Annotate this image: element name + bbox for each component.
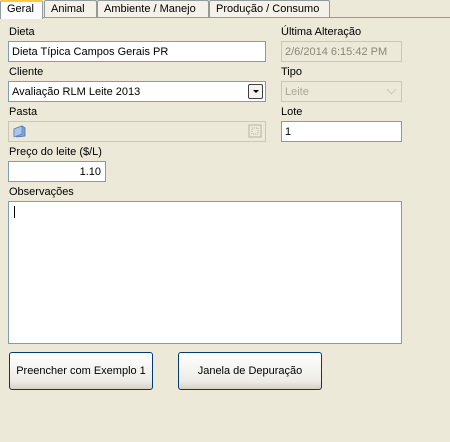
tab-strip-border [0,17,450,18]
ultima-alteracao-label: Última Alteração [281,26,362,38]
dieta-input[interactable]: Dieta Típica Campos Gerais PR [8,41,266,62]
ultima-alteracao-field: 2/6/2014 6:15:42 PM [281,41,402,62]
cliente-label: Cliente [9,66,44,78]
tab-producao-consumo[interactable]: Produção / Consumo [209,0,330,17]
tipo-label: Tipo [281,66,302,78]
pasta-label: Pasta [9,106,38,118]
pasta-field [8,121,266,142]
tab-animal[interactable]: Animal [44,0,97,17]
tipo-combo: Leite [281,81,402,102]
janela-depuracao-button[interactable]: Janela de Depuração [178,352,322,390]
preco-leite-label: Preço do leite ($/L) [9,146,102,158]
observacoes-textarea[interactable] [8,201,402,344]
tipo-value: Leite [285,86,309,98]
folder-icon [13,125,26,138]
lote-label: Lote [281,106,303,118]
text-cursor [14,206,15,218]
browse-icon[interactable] [248,124,262,138]
chevron-down-icon [384,84,399,99]
tab-geral[interactable]: Geral [0,0,43,19]
lote-input[interactable]: 1 [281,121,402,142]
preco-leite-input[interactable]: 1.10 [8,161,106,182]
cliente-value: Avaliação RLM Leite 2013 [12,86,141,98]
dropdown-arrow-icon[interactable] [248,84,263,99]
tab-ambiente-manejo[interactable]: Ambiente / Manejo [97,0,209,17]
observacoes-label: Observações [9,186,74,198]
dieta-label: Dieta [9,26,35,38]
cliente-combo[interactable]: Avaliação RLM Leite 2013 [8,81,266,102]
preencher-exemplo-button[interactable]: Preencher com Exemplo 1 [9,352,153,390]
